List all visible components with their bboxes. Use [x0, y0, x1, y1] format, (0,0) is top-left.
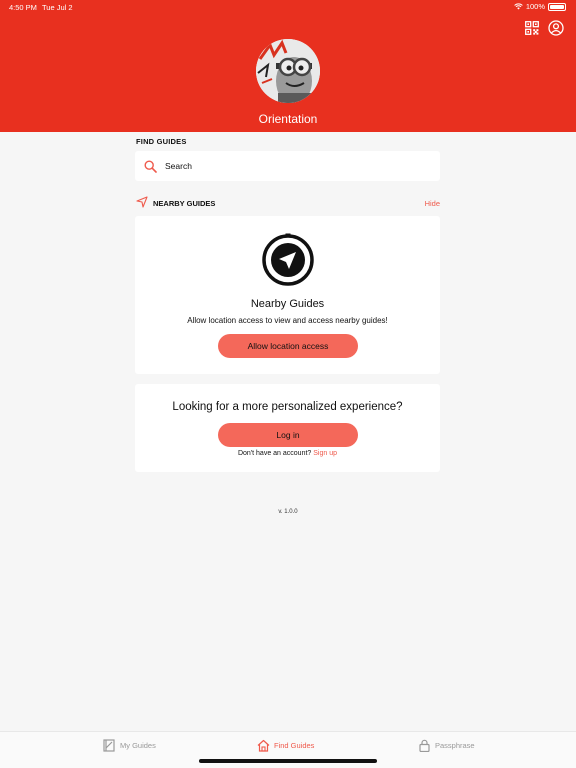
page-title: Orientation — [258, 112, 318, 126]
status-time: 4:50 PM — [9, 3, 37, 12]
signup-prompt-text: Don't have an account? — [237, 450, 312, 457]
status-bar: 4:50 PM Tue Jul 2 100% — [0, 0, 576, 14]
compass-icon — [262, 233, 314, 286]
tab-passphrase-label: Passphrase — [435, 741, 475, 750]
signup-prompt: Don't have an account? Sign up — [135, 450, 440, 457]
guide-book-icon — [103, 739, 115, 752]
login-button[interactable]: Log in — [218, 423, 358, 447]
search-placeholder: Search — [165, 161, 192, 171]
home-indicator — [199, 759, 377, 763]
hide-button[interactable]: Hide — [425, 199, 440, 208]
status-indicators: 100% — [514, 2, 566, 11]
search-input[interactable]: Search — [135, 151, 440, 181]
home-icon — [257, 739, 270, 752]
guide-avatar — [256, 39, 320, 103]
tab-find-guides[interactable]: Find Guides — [257, 739, 314, 752]
app-version: v. 1.0.0 — [278, 509, 298, 515]
nearby-guides-card: Nearby Guides Allow location access to v… — [135, 216, 440, 374]
avatar-image — [256, 39, 320, 103]
nearby-guides-heading: NEARBY GUIDES — [153, 199, 216, 208]
signup-link[interactable]: Sign up — [313, 450, 337, 457]
tab-find-guides-label: Find Guides — [274, 741, 315, 750]
status-date: Tue Jul 2 — [42, 3, 73, 12]
allow-location-button[interactable]: Allow location access — [218, 334, 358, 358]
qr-code-icon[interactable] — [525, 21, 539, 35]
account-icon[interactable] — [548, 20, 564, 36]
tab-my-guides-label: My Guides — [120, 741, 156, 750]
battery-icon — [548, 2, 566, 11]
login-card: Looking for a more personalized experien… — [135, 384, 440, 472]
find-guides-heading: FIND GUIDES — [136, 137, 187, 146]
battery-percent: 100% — [525, 2, 545, 11]
nearby-card-text: Allow location access to view and access… — [187, 316, 388, 325]
location-arrow-icon — [136, 196, 148, 208]
wifi-icon — [514, 3, 523, 10]
search-icon — [144, 159, 157, 173]
login-card-title: Looking for a more personalized experien… — [172, 401, 403, 413]
nearby-guides-header: NEARBY GUIDES Hide — [135, 196, 440, 210]
tab-passphrase[interactable]: Passphrase — [418, 739, 475, 752]
header: 4:50 PM Tue Jul 2 100% Orientation — [0, 0, 576, 132]
nearby-card-title: Nearby Guides — [250, 298, 325, 310]
tab-my-guides[interactable]: My Guides — [103, 739, 156, 752]
lock-icon — [419, 739, 430, 752]
